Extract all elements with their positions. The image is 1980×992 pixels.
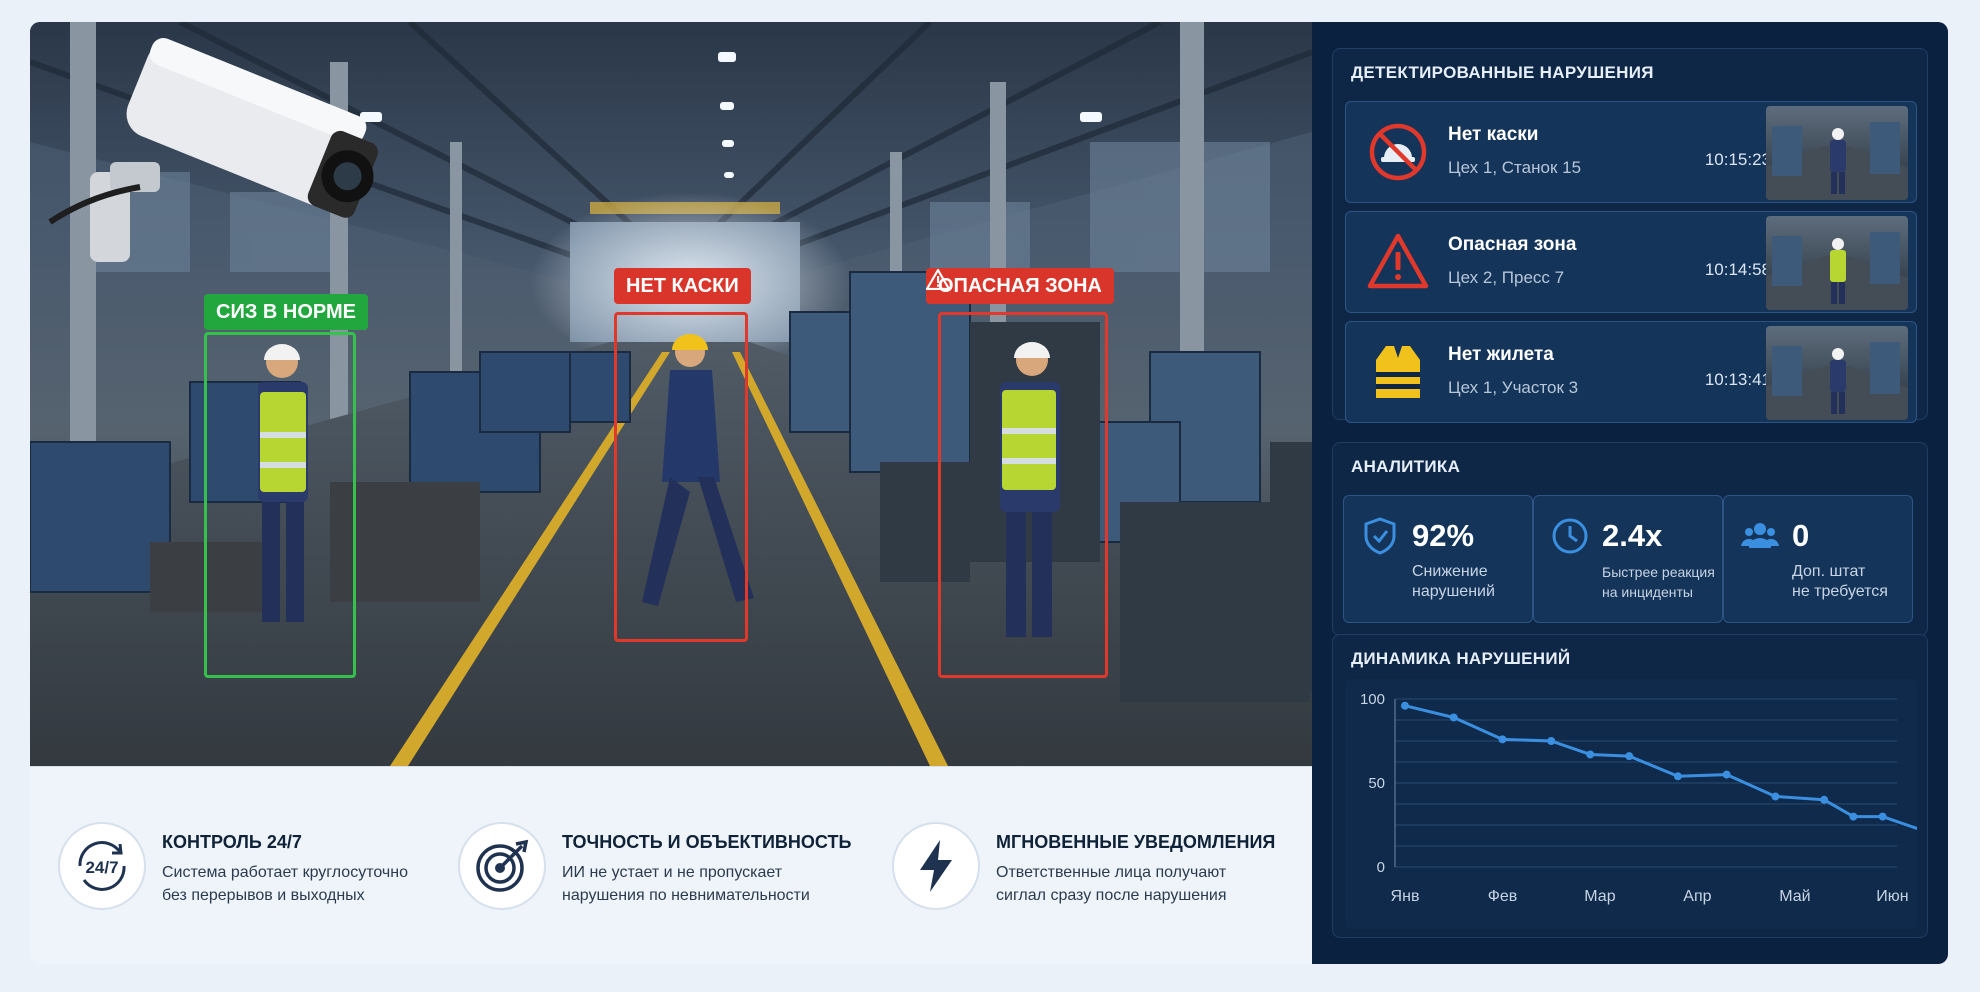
detection-label-no-helmet: НЕТ КАСКИ (614, 268, 751, 304)
clock-icon (1552, 518, 1588, 554)
stat-label: Снижение нарушений (1412, 562, 1495, 602)
target-icon (458, 821, 546, 910)
stat-label-line: не требуется (1792, 583, 1888, 600)
detection-label-ppe-ok: СИЗ В НОРМЕ (204, 294, 368, 330)
series-line (1404, 704, 1917, 831)
violation-time: 10:14:58 (1704, 260, 1771, 279)
data-point (1849, 812, 1858, 821)
feature-desc-line: ИИ не устает и не пропускает (562, 863, 783, 881)
detection-box-no-helmet (614, 312, 748, 642)
x-tick-label: Май (1779, 888, 1810, 905)
analytics-title: АНАЛИТИКА (1351, 457, 1461, 476)
violation-title: Нет каски (1448, 124, 1539, 145)
x-tick-label: Мар (1584, 888, 1615, 905)
24-7-icon: 24/7 (58, 821, 146, 910)
violations-title: ДЕТЕКТИРОВАННЫЕ НАРУШЕНИЯ (1351, 63, 1654, 82)
shield-icon (1364, 517, 1396, 555)
people-icon (1741, 523, 1779, 548)
feature-description: ИИ не устает и не пропускает нарушения п… (562, 861, 851, 907)
detection-box-danger-zone (938, 312, 1108, 678)
x-tick-label: Июн (1876, 888, 1908, 905)
data-point (1401, 701, 1409, 710)
data-point (1878, 812, 1887, 821)
violation-location: Цех 1, Станок 15 (1448, 158, 1582, 177)
dashboard: ДЕТЕКТИРОВАННЫЕ НАРУШЕНИЯ Нет каски Цех … (1312, 22, 1948, 964)
feature-24-7: 24/7 КОНТРОЛЬ 24/7 Система работает круг… (58, 821, 458, 910)
feature-desc-line: Ответственные лица получают (996, 863, 1227, 881)
feature-title: МГНОВЕННЫЕ УВЕДОМЛЕНИЯ (996, 831, 1276, 852)
chart-title: ДИНАМИКА НАРУШЕНИЙ (1351, 649, 1571, 668)
violation-title: Нет жилета (1448, 344, 1554, 365)
feature-title: ТОЧНОСТЬ И ОБЪЕКТИВНОСТЬ (562, 831, 852, 852)
lightning-icon (892, 821, 980, 910)
line-chart: 0 50 100 Янв Фев Мар Апр Май Июн (1345, 679, 1917, 929)
feature-notifications: МГНОВЕННЫЕ УВЕДОМЛЕНИЯ Ответственные лиц… (892, 821, 1292, 910)
stat-label-line: Быстрее реакция (1602, 564, 1715, 580)
x-tick-label: Янв (1391, 888, 1420, 905)
y-tick-label: 100 (1360, 691, 1385, 708)
no-helmet-icon (1369, 123, 1427, 181)
violation-title: Опасная зона (1448, 234, 1577, 255)
violation-card[interactable]: Опасная зона Цех 2, Пресс 7 10:14:58 (1345, 211, 1917, 313)
data-point (1625, 752, 1634, 761)
y-tick-label: 50 (1368, 775, 1385, 792)
violation-location: Цех 2, Пресс 7 (1448, 268, 1565, 287)
detection-label-danger-zone: ОПАСНАЯ ЗОНА (926, 268, 1114, 304)
violation-thumbnail[interactable] (1766, 216, 1908, 310)
feature-title: КОНТРОЛЬ 24/7 (162, 831, 302, 852)
feature-desc-line: без перерывов и выходных (162, 886, 365, 904)
stat-card: 0 Доп. штат не требуется (1723, 495, 1913, 623)
stat-card: 2.4x Быстрее реакция на инциденты (1533, 495, 1723, 623)
violation-card[interactable]: Нет жилета Цех 1, Участок 3 10:13:41 (1345, 321, 1917, 423)
stat-label-line: нарушений (1412, 583, 1495, 600)
feature-accuracy: ТОЧНОСТЬ И ОБЪЕКТИВНОСТЬ ИИ не устает и … (458, 821, 892, 910)
data-point (1722, 770, 1731, 779)
data-point (1771, 792, 1780, 801)
feature-desc-line: Система работает круглосуточно (162, 863, 408, 881)
stat-value: 92% (1412, 518, 1475, 553)
feature-description: Система работает круглосуточно без перер… (162, 861, 408, 907)
y-tick-label: 0 (1377, 859, 1385, 876)
violation-time: 10:13:41 (1704, 370, 1771, 389)
stat-value: 0 (1792, 518, 1810, 553)
violation-card[interactable]: Нет каски Цех 1, Станок 15 10:15:23 (1345, 101, 1917, 203)
feature-desc-line: сиглал сразу после нарушения (996, 886, 1227, 904)
data-point (1449, 713, 1458, 722)
data-point (1586, 750, 1595, 759)
stat-label: Быстрее реакция на инциденты (1602, 562, 1715, 602)
violation-time: 10:15:23 (1704, 150, 1771, 169)
data-point (1498, 735, 1507, 744)
vest-icon (1376, 346, 1420, 398)
stat-card: 92% Снижение нарушений (1343, 495, 1533, 623)
features-strip: 24/7 КОНТРОЛЬ 24/7 Система работает круг… (30, 766, 1312, 964)
analytics-panel: АНАЛИТИКА 92% Снижение нарушений 2.4x Бы… (1332, 442, 1928, 636)
stat-label-line: Снижение (1412, 563, 1488, 580)
feature-desc-line: нарушения по невнимательности (562, 886, 810, 904)
violation-thumbnail[interactable] (1766, 106, 1908, 200)
stat-value: 2.4x (1602, 518, 1663, 553)
stat-label-line: Доп. штат (1792, 563, 1866, 580)
violations-panel: ДЕТЕКТИРОВАННЫЕ НАРУШЕНИЯ Нет каски Цех … (1332, 48, 1928, 423)
feature-description: Ответственные лица получают сиглал сразу… (996, 861, 1275, 907)
chart-svg: 0 50 100 Янв Фев Мар Апр Май Июн (1360, 691, 1917, 905)
data-point (1820, 795, 1829, 804)
violation-thumbnail[interactable] (1766, 326, 1908, 420)
24-7-icon-text: 24/7 (85, 858, 118, 877)
x-tick-label: Фев (1488, 888, 1518, 905)
violation-location: Цех 1, Участок 3 (1448, 378, 1579, 397)
warning-icon (926, 268, 950, 290)
detection-label-danger-zone-text: ОПАСНАЯ ЗОНА (938, 275, 1102, 297)
warning-icon (1367, 233, 1429, 289)
stat-label: Доп. штат не требуется (1792, 562, 1888, 602)
detection-box-ppe-ok (204, 332, 356, 678)
dynamics-panel: ДИНАМИКА НАРУШЕНИЙ 0 50 100 Янв Фев Мар Апр Май… (1332, 634, 1928, 938)
data-point (1547, 737, 1556, 745)
x-tick-label: Апр (1683, 888, 1711, 905)
camera-view: СИЗ В НОРМЕ НЕТ КАСКИ ОПАСНАЯ ЗОНА (30, 22, 1312, 766)
stat-label-line: на инциденты (1602, 584, 1693, 600)
data-point (1673, 772, 1682, 781)
